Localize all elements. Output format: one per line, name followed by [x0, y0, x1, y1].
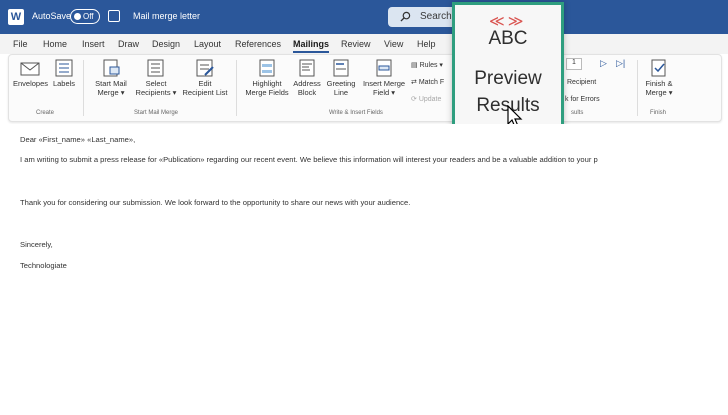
insert-merge-field-label-2: Field — [372, 88, 390, 97]
rules-button[interactable]: ▤ Rules ▾ — [411, 61, 443, 69]
title-bar: W AutoSave Off Mail merge letter Search — [0, 0, 728, 34]
tab-mailings[interactable]: Mailings — [293, 39, 330, 53]
menu-bar: File Home Insert Draw Design Layout Refe… — [0, 34, 728, 54]
document-greeting: Dear «First_name» «Last_name», — [20, 135, 136, 144]
labels-button[interactable]: Labels — [49, 59, 79, 88]
insert-merge-field-button[interactable]: Insert Merge Field ▾ — [359, 59, 409, 97]
recipients-list-icon — [147, 59, 164, 77]
tab-view[interactable]: View — [384, 39, 403, 49]
search-label: Search — [420, 11, 452, 22]
envelopes-label: Envelopes — [13, 79, 49, 88]
group-label-start-mail-merge: Start Mail Merge — [134, 110, 179, 116]
document-closing: Sincerely, — [20, 240, 53, 249]
tab-home[interactable]: Home — [43, 39, 67, 49]
document-paragraph-2: Thank you for considering our submission… — [20, 198, 411, 207]
start-mail-merge-label-2: Merge — [97, 88, 119, 97]
greeting-line-label-2: Line — [333, 88, 349, 97]
edit-list-icon — [196, 59, 214, 77]
group-label-finish: Finish — [650, 110, 667, 116]
select-recipients-button[interactable]: Select Recipients ▾ — [133, 59, 179, 97]
ribbon-separator — [236, 60, 237, 116]
highlight-label-2: Merge Fields — [245, 88, 289, 97]
greeting-line-button[interactable]: Greeting Line — [323, 59, 359, 97]
group-label-create: Create — [36, 110, 55, 116]
record-number-field[interactable]: 1 — [566, 58, 582, 70]
autosave-toggle[interactable]: Off — [70, 9, 100, 24]
envelopes-button[interactable]: Envelopes — [13, 61, 49, 88]
check-for-errors-button[interactable]: k for Errors — [565, 96, 600, 103]
tab-references[interactable]: References — [235, 39, 281, 49]
rules-label: Rules — [419, 62, 438, 69]
tab-help[interactable]: Help — [417, 39, 436, 49]
tab-draw[interactable]: Draw — [118, 39, 139, 49]
finish-merge-label-1: Finish & — [645, 79, 673, 88]
edit-recipient-list-label-2: Recipient List — [182, 88, 228, 97]
ribbon-separator — [83, 60, 84, 116]
highlight-merge-fields-button[interactable]: Highlight Merge Fields — [239, 59, 295, 97]
save-icon[interactable] — [108, 10, 120, 22]
edit-recipient-list-label-1: Edit — [198, 79, 212, 88]
search-icon — [400, 11, 411, 22]
labels-icon — [55, 59, 73, 77]
document-page[interactable]: Dear «First_name» «Last_name», I am writ… — [0, 124, 728, 415]
preview-results-label-1: Preview — [474, 68, 542, 89]
finish-merge-button[interactable]: Finish & Merge ▾ — [639, 59, 679, 97]
autosave-label: AutoSave — [32, 11, 72, 21]
address-block-button[interactable]: Address Block — [291, 59, 323, 97]
tab-design[interactable]: Design — [152, 39, 180, 49]
abc-label: ABC — [488, 28, 528, 49]
ribbon-separator — [637, 60, 638, 116]
group-label-write-insert: Write & Insert Fields — [329, 110, 383, 116]
finish-merge-icon — [651, 59, 666, 77]
greeting-line-label-1: Greeting — [326, 79, 356, 88]
next-record-icon[interactable]: ▷ — [600, 58, 607, 69]
update-labels-label: Update — [418, 96, 442, 103]
find-recipient-button[interactable]: Recipient — [567, 79, 596, 86]
select-recipients-label-2: Recipients — [135, 88, 171, 97]
highlight-fields-icon — [259, 59, 275, 77]
tab-insert[interactable]: Insert — [82, 39, 105, 49]
tab-review[interactable]: Review — [341, 39, 371, 49]
finish-merge-label-2: Merge — [645, 88, 667, 97]
mail-merge-icon — [103, 59, 120, 77]
match-fields-label: Match F — [418, 79, 445, 86]
tab-file[interactable]: File — [13, 39, 28, 49]
match-fields-button[interactable]: ⇄ Match F — [411, 78, 444, 86]
tab-layout[interactable]: Layout — [194, 39, 221, 49]
group-label-preview-results: sults — [571, 110, 584, 116]
address-block-icon — [299, 59, 315, 77]
address-block-label-1: Address — [293, 79, 321, 88]
start-mail-merge-button[interactable]: Start Mail Merge ▾ — [89, 59, 133, 97]
select-recipients-label-1: Select — [145, 79, 167, 88]
edit-recipient-list-button[interactable]: Edit Recipient List — [179, 59, 231, 97]
document-signature: Technologiate — [20, 261, 67, 270]
start-mail-merge-label-1: Start Mail — [95, 79, 127, 88]
labels-label: Labels — [52, 79, 76, 88]
highlight-label-1: Highlight — [252, 79, 282, 88]
envelope-icon — [20, 62, 40, 76]
ribbon-mailings: Envelopes Labels Create Start Mail Merge… — [8, 54, 722, 122]
document-title: Mail merge letter — [133, 11, 201, 21]
last-record-icon[interactable]: ▷| — [616, 58, 625, 69]
insert-field-icon — [376, 59, 392, 77]
update-labels-button[interactable]: ⟳ Update — [411, 95, 441, 103]
greeting-line-icon — [333, 59, 349, 77]
word-logo-icon: W — [8, 9, 24, 25]
document-paragraph-1: I am writing to submit a press release f… — [20, 155, 598, 164]
insert-merge-field-label-1: Insert Merge — [362, 79, 406, 88]
address-block-label-2: Block — [297, 88, 317, 97]
